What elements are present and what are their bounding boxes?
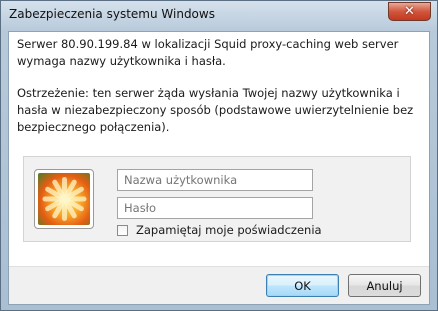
username-input[interactable] bbox=[117, 169, 313, 191]
dialog-content: Serwer 80.90.199.84 w lokalizacji Squid … bbox=[8, 31, 430, 305]
avatar-image bbox=[38, 173, 90, 225]
close-button[interactable]: ✕ bbox=[388, 2, 431, 21]
remember-label: Zapamiętaj moje poświadczenia bbox=[136, 223, 322, 237]
title-bar[interactable]: Zabezpieczenia systemu Windows ✕ bbox=[1, 1, 437, 31]
remember-checkbox[interactable] bbox=[117, 224, 128, 236]
password-input[interactable] bbox=[117, 197, 313, 219]
window-title: Zabezpieczenia systemu Windows bbox=[9, 7, 215, 21]
cancel-button[interactable]: Anuluj bbox=[348, 274, 421, 297]
close-icon: ✕ bbox=[404, 4, 415, 19]
ok-button[interactable]: OK bbox=[266, 274, 339, 297]
credential-tile[interactable]: Zapamiętaj moje poświadczenia bbox=[23, 156, 411, 242]
remember-credentials-row[interactable]: Zapamiętaj moje poświadczenia bbox=[117, 223, 322, 237]
dialog-window: Zabezpieczenia systemu Windows ✕ Serwer … bbox=[0, 0, 438, 311]
user-tile-flower-icon bbox=[34, 169, 94, 229]
button-bar: OK Anuluj bbox=[9, 266, 429, 304]
warning-message: Ostrzeżenie: ten serwer żąda wysłania Tw… bbox=[17, 86, 414, 134]
server-message: Serwer 80.90.199.84 w lokalizacji Squid … bbox=[17, 37, 399, 68]
